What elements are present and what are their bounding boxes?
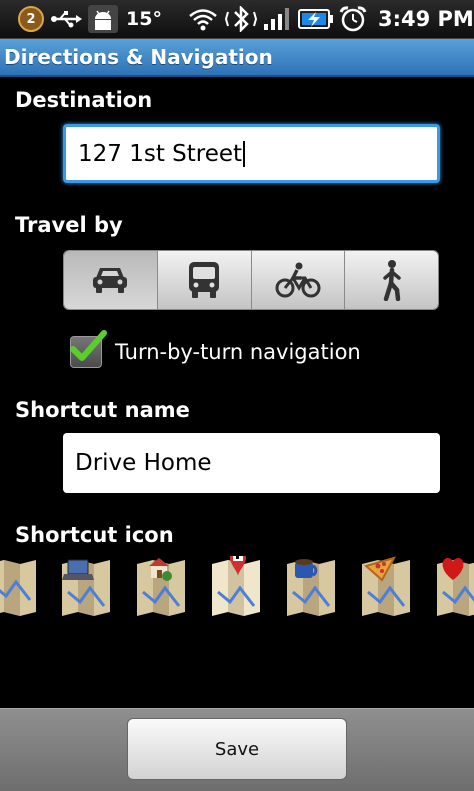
text-cursor [243,140,246,167]
battery-charging-icon [298,0,334,38]
shortcut-name-value: Drive Home [75,450,212,476]
turn-by-turn-label: Turn-by-turn navigation [115,340,361,364]
travel-mode-bicycle[interactable] [251,251,346,309]
bus-icon [189,262,220,298]
map-icon[interactable] [0,556,40,618]
map-heart-icon[interactable] [435,556,474,618]
destination-label: Destination [15,88,153,112]
notification-badge-icon: 2 [18,0,44,38]
car-icon [93,268,128,293]
signal-icon [262,0,292,38]
android-debug-icon [88,0,118,38]
bluetooth-icon [224,0,258,38]
turn-by-turn-checkbox[interactable] [70,330,107,368]
map-home-icon[interactable] [135,556,189,618]
map-flag-pin-icon[interactable] [210,550,264,618]
clock: 3:49 PM [378,7,474,31]
checkmark-icon [70,330,107,361]
map-pizza-icon[interactable] [360,556,414,618]
save-button[interactable]: Save [127,718,347,780]
destination-value: 127 1st Street [78,140,243,167]
bicycle-icon [275,262,321,298]
walk-icon [382,260,401,301]
usb-icon [50,0,82,38]
travel-mode-bus[interactable] [157,251,252,309]
page-title: Directions & Navigation [4,45,273,69]
status-bar: 2 15° 3:49 PM [0,0,474,39]
temperature: 15° [126,8,162,30]
notification-count: 2 [18,6,44,32]
title-bar: Directions & Navigation [0,39,474,77]
map-laptop-icon[interactable] [60,556,114,618]
wifi-icon [188,0,218,38]
shortcut-icon-label: Shortcut icon [15,523,174,547]
travel-mode-car[interactable] [64,251,158,309]
map-coffee-icon[interactable] [285,556,339,618]
travel-mode-walk[interactable] [345,251,438,309]
travel-by-label: Travel by [15,213,123,237]
shortcut-name-input[interactable]: Drive Home [63,433,440,493]
travel-mode-selector [63,250,439,310]
destination-input[interactable]: 127 1st Street [63,124,440,183]
alarm-icon [338,0,368,38]
shortcut-name-label: Shortcut name [15,398,190,422]
shortcut-icon-picker [0,550,474,618]
